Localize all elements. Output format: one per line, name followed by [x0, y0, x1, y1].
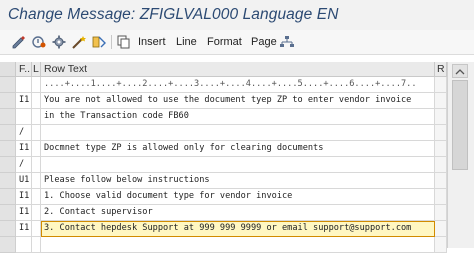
scrollbar-thumb[interactable]	[452, 80, 468, 170]
table-row[interactable]: /	[0, 157, 474, 173]
row-selector[interactable]	[0, 157, 16, 173]
activate-icon[interactable]	[30, 34, 48, 50]
text-cell[interactable]: Docmnet type ZP is allowed only for clea…	[41, 141, 435, 157]
copy-icon[interactable]	[115, 34, 133, 50]
column-header-r[interactable]: R	[435, 62, 447, 77]
row-selector[interactable]	[0, 173, 16, 189]
row-selector[interactable]	[0, 141, 16, 157]
magic-wand-icon[interactable]	[70, 34, 88, 50]
application-toolbar: Insert Line Format Page	[0, 30, 474, 55]
format-cell[interactable]: /	[16, 157, 32, 173]
edit-pencil-icon[interactable]	[10, 34, 28, 50]
select-all-corner[interactable]	[0, 62, 16, 77]
toolbar-separator	[111, 35, 112, 49]
format-cell[interactable]	[16, 109, 32, 125]
insert-menu[interactable]: Insert	[138, 36, 166, 48]
ruler-text: ....+....1....+....2....+....3....+....4…	[41, 77, 435, 93]
page-menu[interactable]: Page	[251, 36, 277, 48]
hierarchy-icon[interactable]	[278, 34, 296, 50]
row-selector[interactable]	[0, 109, 16, 125]
row-selector[interactable]	[0, 205, 16, 221]
row-selector[interactable]	[0, 237, 16, 253]
pattern-icon[interactable]	[90, 34, 108, 50]
format-cell[interactable]: /	[16, 125, 32, 141]
gear-icon[interactable]	[50, 34, 68, 50]
row-selector[interactable]	[0, 189, 16, 205]
text-cell[interactable]: 2. Contact supervisor	[41, 205, 435, 221]
row-selector[interactable]	[0, 221, 16, 237]
format-cell[interactable]: U1	[16, 173, 32, 189]
title-bar: Change Message: ZFIGLVAL000 Language EN	[0, 0, 474, 30]
format-cell[interactable]: I1	[16, 205, 32, 221]
table-row[interactable]: I1 1. Choose valid document type for ven…	[0, 189, 474, 205]
format-cell[interactable]: I1	[16, 189, 32, 205]
table-row[interactable]: I1 Docmnet type ZP is allowed only for c…	[0, 141, 474, 157]
row-selector[interactable]	[0, 77, 16, 93]
table-row[interactable]: U1 Please follow below instructions	[0, 173, 474, 189]
column-header-row-text[interactable]: Row Text	[41, 62, 435, 77]
table-row-selected[interactable]: I1 3. Contact hepdesk Support at 999 999…	[0, 221, 474, 237]
text-cell[interactable]: in the Transaction code FB60	[41, 109, 435, 125]
text-cell[interactable]: Please follow below instructions	[41, 173, 435, 189]
format-menu[interactable]: Format	[207, 36, 242, 48]
column-header-lang[interactable]: L	[32, 62, 41, 77]
line-menu[interactable]: Line	[176, 36, 197, 48]
text-cell[interactable]	[41, 125, 435, 141]
row-selector[interactable]	[0, 125, 16, 141]
format-cell[interactable]: I1	[16, 221, 32, 237]
text-cell-active[interactable]: 3. Contact hepdesk Support at 999 999 99…	[41, 221, 435, 237]
format-cell[interactable]: I1	[16, 141, 32, 157]
chevron-up-icon	[455, 69, 465, 75]
table-row[interactable]: in the Transaction code FB60	[0, 109, 474, 125]
row-selector[interactable]	[0, 93, 16, 109]
table-row[interactable]: I1 2. Contact supervisor	[0, 205, 474, 221]
column-header-format[interactable]: F..	[16, 62, 32, 77]
text-cell[interactable]: You are not allowed to use the document …	[41, 93, 435, 109]
window-title: Change Message: ZFIGLVAL000 Language EN	[8, 6, 339, 23]
table-row[interactable]: I1 You are not allowed to use the docume…	[0, 93, 474, 109]
format-cell[interactable]: I1	[16, 93, 32, 109]
scroll-up-button[interactable]	[452, 64, 468, 78]
text-cell[interactable]: 1. Choose valid document type for vendor…	[41, 189, 435, 205]
table-row[interactable]: /	[0, 125, 474, 141]
text-cell[interactable]	[41, 157, 435, 173]
table-row-empty[interactable]	[0, 237, 474, 253]
ruler-row: ....+....1....+....2....+....3....+....4…	[0, 77, 474, 93]
